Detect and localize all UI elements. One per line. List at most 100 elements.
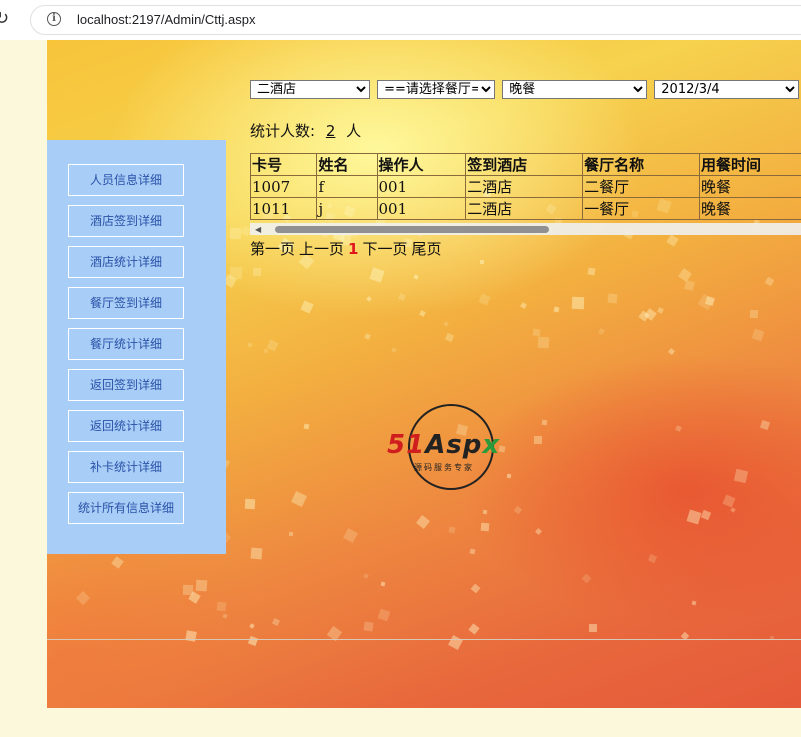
decor-square [607,293,618,304]
column-header: 操作人 [376,153,467,176]
scroll-thumb[interactable] [275,226,549,233]
current-page: 1 [348,240,359,258]
column-header: 餐厅名称 [582,153,700,176]
page-frame: 二酒店 ==请选择餐厅== 晚餐 2012/3/4 统计人数: 2 人 卡号 姓… [47,40,801,708]
decor-square [291,491,307,507]
decor-square [366,296,372,302]
first-page-link[interactable]: 第一页 [250,240,295,258]
decor-square [413,274,419,280]
decor-square [749,309,759,319]
decor-square [675,425,682,432]
decor-square [513,505,523,515]
restaurant-select[interactable]: ==请选择餐厅== [377,80,496,99]
table-cell: 001 [376,175,467,198]
sidebar-item-return-stats[interactable]: 返回统计详细 [68,410,184,442]
decor-square [697,293,715,311]
decor-square [216,601,227,612]
results-table: 卡号 姓名 操作人 签到酒店 餐厅名称 用餐时间 1007 f 001 二酒店 … [249,153,801,220]
footer-divider [47,639,801,640]
next-page-link[interactable]: 下一页 [362,240,407,258]
decor-square [363,573,369,579]
pager: 第一页 上一页 1 下一页 尾页 [250,238,446,259]
prev-page-link[interactable]: 上一页 [299,240,344,258]
stats-label: 统计人数: [250,122,316,140]
decor-square [691,600,697,606]
table-cell: f [316,175,378,198]
sidebar-item-restaurant-checkin[interactable]: 餐厅签到详细 [68,287,184,319]
decor-square [229,227,242,240]
table-cell: 二酒店 [465,175,584,198]
decor-square [195,579,208,592]
decor-square [571,296,585,310]
sidebar: 人员信息详细 酒店签到详细 酒店统计详细 餐厅签到详细 餐厅统计详细 返回签到详… [47,140,226,554]
decor-square [587,267,596,276]
decor-square [479,259,485,265]
decor-square [553,306,560,313]
address-bar[interactable]: i localhost:2197/Admin/Cttj.aspx [30,5,801,35]
table-header-row: 卡号 姓名 操作人 签到酒店 餐厅名称 用餐时间 [249,153,801,176]
sidebar-item-reissue-card-stats[interactable]: 补卡统计详细 [68,451,184,483]
column-header: 卡号 [249,153,318,176]
info-icon[interactable]: i [47,12,61,26]
decor-square [657,307,664,314]
decor-square [480,522,490,532]
decor-square [250,547,263,560]
url-text: localhost:2197/Admin/Cttj.aspx [77,12,256,27]
decor-square [247,342,253,348]
site-logo: 51Aspx 源码服务专家 [387,402,517,496]
sidebar-item-person-details[interactable]: 人员信息详细 [68,164,184,196]
decor-square [722,494,736,508]
column-header: 用餐时间 [698,153,801,176]
decor-square [364,333,371,340]
table-cell: 晚餐 [698,197,801,220]
table-cell: j [316,197,378,220]
horizontal-scrollbar[interactable]: ◀ [250,223,801,235]
decor-square [598,328,605,335]
browser-toolbar: ↻ i localhost:2197/Admin/Cttj.aspx [0,0,801,40]
sidebar-item-restaurant-stats[interactable]: 餐厅统计详细 [68,328,184,360]
scroll-left-icon[interactable]: ◀ [255,225,261,234]
decor-square [764,276,775,287]
sidebar-item-return-checkin[interactable]: 返回签到详细 [68,369,184,401]
reload-icon[interactable]: ↻ [0,8,16,30]
date-select[interactable]: 2012/3/4 [654,80,800,99]
decor-square [730,507,736,513]
decor-square [478,293,491,306]
sidebar-item-hotel-checkin[interactable]: 酒店签到详细 [68,205,184,237]
decor-square [343,528,358,543]
decor-square [686,509,702,525]
decor-square [759,419,771,431]
decor-square [247,635,259,647]
decor-square [75,590,91,606]
table-cell: 晚餐 [698,175,801,198]
results-grid: 卡号 姓名 操作人 签到酒店 餐厅名称 用餐时间 1007 f 001 二酒店 … [249,153,801,220]
last-page-link[interactable]: 尾页 [411,240,441,258]
decor-square [419,310,426,317]
decor-square [666,234,679,247]
decor-square [678,268,692,282]
table-cell: 二酒店 [465,197,584,220]
decor-square [264,349,268,353]
decor-square [398,293,406,301]
decor-square [303,423,310,430]
decor-square [415,514,431,530]
decor-square [733,468,749,484]
sidebar-item-hotel-stats[interactable]: 酒店统计详细 [68,246,184,278]
decor-square [380,581,386,587]
decor-square [534,436,542,444]
decor-square [252,267,262,277]
stats-unit: 人 [346,122,362,140]
decor-square [266,339,279,352]
table-row: 1007 f 001 二酒店 二餐厅 晚餐 [249,175,801,198]
stats-number: 2 [325,122,336,140]
decor-square [470,583,481,594]
table-cell: 一餐厅 [582,197,700,220]
meal-select[interactable]: 晚餐 [502,80,648,99]
decor-square [271,617,281,627]
decor-square [537,336,550,349]
decor-square [541,419,548,426]
decor-square [482,509,488,515]
decor-square [647,553,658,564]
sidebar-item-all-stats[interactable]: 统计所有信息详细 [68,492,184,524]
hotel-select[interactable]: 二酒店 [250,80,370,99]
